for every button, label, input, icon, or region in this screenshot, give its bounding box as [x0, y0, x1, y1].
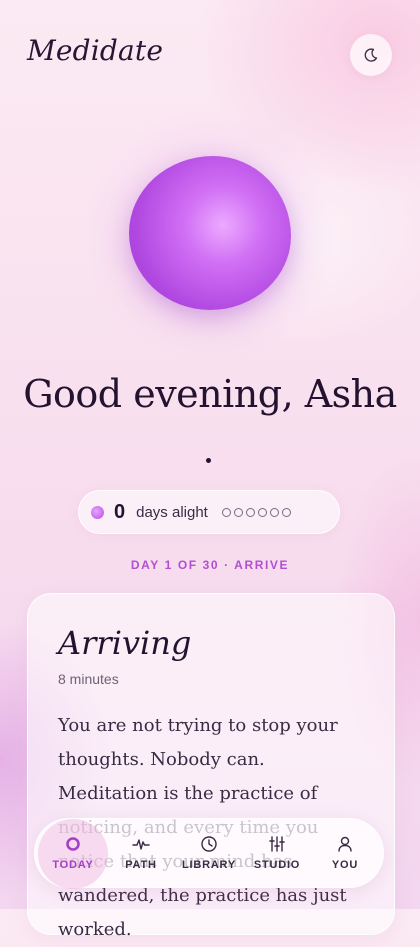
week-progress — [221, 507, 291, 517]
theme-toggle-button[interactable] — [350, 34, 392, 76]
nav-item-library[interactable]: LIBRARY — [176, 823, 242, 883]
bottom-nav: TODAY PATH LIBRARY STUDIO YOU — [34, 818, 384, 889]
nav-item-today[interactable]: TODAY — [38, 819, 108, 889]
streak-pill[interactable]: 0 days alight — [78, 490, 340, 534]
sliders-icon — [269, 836, 285, 852]
week-progress-pip — [281, 507, 291, 517]
nav-label-today: TODAY — [52, 859, 94, 871]
streak-label: days alight — [136, 503, 208, 521]
nav-item-studio[interactable]: STUDIO — [244, 823, 310, 883]
streak-flame-icon — [91, 505, 104, 519]
moon-icon — [364, 48, 378, 62]
pulse-icon — [132, 839, 150, 850]
breathing-orb[interactable] — [80, 110, 340, 360]
session-duration: 8 minutes — [58, 671, 119, 687]
program-day-label: DAY 1 OF 30 · ARRIVE — [130, 558, 290, 572]
nav-label-path: PATH — [125, 859, 157, 871]
week-progress-pip — [221, 507, 231, 517]
nav-item-path[interactable]: PATH — [108, 823, 174, 883]
nav-label-studio: STUDIO — [253, 859, 301, 871]
week-progress-pip — [233, 507, 243, 517]
week-progress-pip — [269, 507, 279, 517]
person-icon — [338, 836, 352, 852]
week-progress-pip — [257, 507, 267, 517]
nav-label-library: LIBRARY — [181, 859, 237, 871]
nav-item-you[interactable]: YOU — [312, 823, 378, 883]
orb-sphere — [129, 156, 291, 310]
greeting-heading: Good evening, Asha — [23, 372, 397, 416]
streak-count: 0 — [114, 500, 126, 523]
nav-label-you: YOU — [331, 859, 359, 871]
week-progress-pip — [245, 507, 255, 517]
app-brand: Medidate — [27, 34, 164, 67]
clock-icon — [201, 836, 217, 852]
ring-icon — [66, 837, 80, 851]
greeting-dot — [206, 458, 211, 463]
session-title: Arriving — [58, 624, 192, 662]
